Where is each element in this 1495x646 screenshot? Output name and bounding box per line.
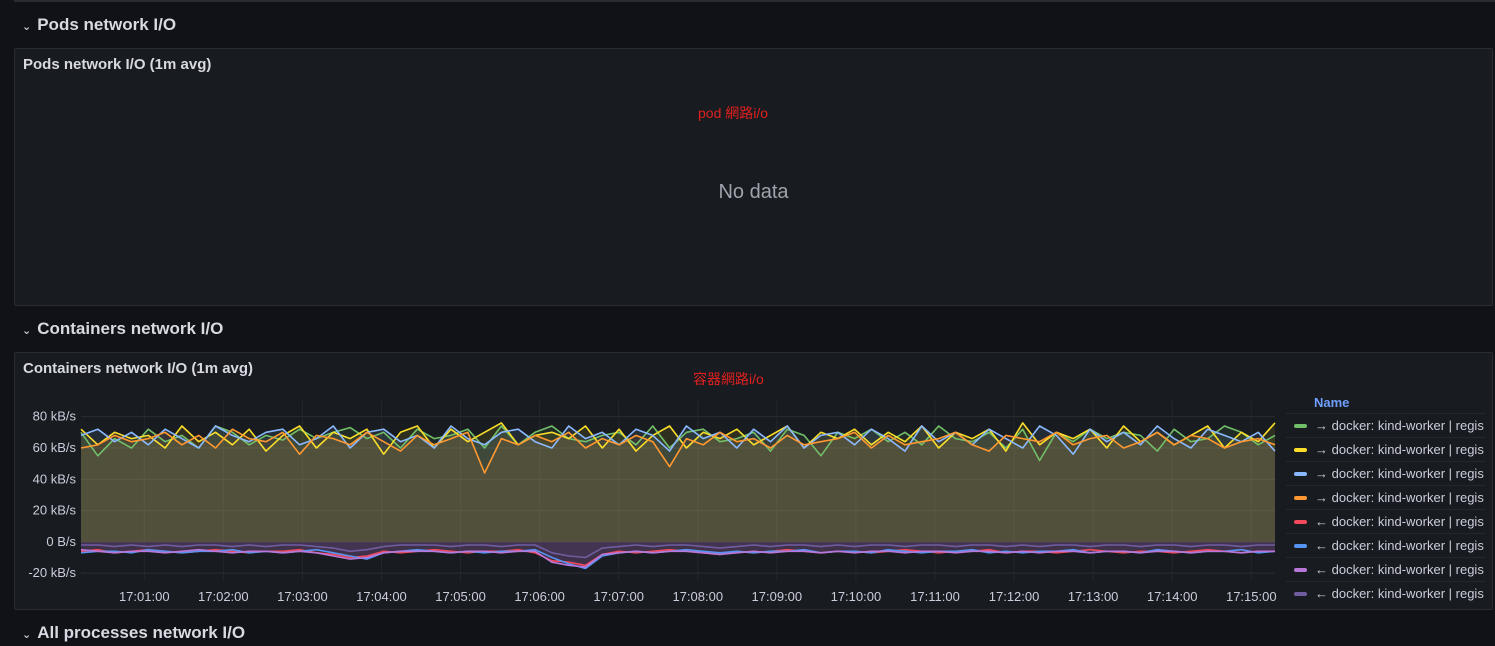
row-title-containers: Containers network I/O [37, 319, 224, 338]
chevron-down-icon: ⌄ [22, 628, 32, 641]
y-tick-label: 0 B/s [46, 534, 76, 549]
y-tick-label: -20 kB/s [28, 565, 76, 580]
legend-label: → docker: kind-worker | regis [1315, 418, 1484, 433]
legend-label: ← docker: kind-worker | regis [1315, 514, 1484, 529]
x-tick-label: 17:04:00 [356, 589, 407, 604]
legend-label: → docker: kind-worker | regis [1315, 442, 1484, 457]
y-tick-label: 60 kB/s [33, 440, 77, 455]
legend-swatch [1294, 447, 1307, 452]
legend-item[interactable]: ← docker: kind-worker | regis [1286, 509, 1486, 533]
timeseries-chart[interactable]: 80 kB/s 60 kB/s 40 kB/s 20 kB/s 0 B/s -20 kB/… [15, 353, 1285, 609]
legend-label: ← docker: kind-worker | regis [1315, 562, 1484, 577]
x-tick-label: 17:05:00 [435, 589, 486, 604]
chevron-down-icon: ⌄ [22, 20, 32, 33]
legend-swatch [1294, 519, 1307, 524]
legend-item[interactable]: → docker: kind-worker | regis [1286, 413, 1486, 437]
row-header-containers[interactable]: ⌄ Containers network I/O [22, 316, 223, 342]
legend-item[interactable]: ← docker: kind-worker | regis [1286, 581, 1486, 605]
chart-legend: Name → docker: kind-worker | regis → dock… [1286, 393, 1486, 605]
x-tick-label: 17:12:00 [989, 589, 1040, 604]
annotation-pods: pod 網路i/o [698, 105, 769, 121]
legend-items: → docker: kind-worker | regis → docker: k… [1286, 413, 1486, 605]
legend-item[interactable]: → docker: kind-worker | regis [1286, 461, 1486, 485]
panel-pods-network-io: Pods network I/O (1m avg) pod 網路i/o No d… [14, 48, 1493, 306]
panel-title-pods[interactable]: Pods network I/O (1m avg) [23, 56, 211, 73]
x-tick-label: 17:11:00 [910, 589, 960, 604]
panel-containers-network-io: Containers network I/O (1m avg) 容器網路i/o … [14, 352, 1493, 610]
y-tick-label: 40 kB/s [33, 471, 77, 486]
row-title-pods: Pods network I/O [37, 15, 177, 34]
legend-swatch [1294, 543, 1307, 548]
no-data-message: No data [718, 181, 789, 203]
legend-swatch [1294, 567, 1307, 572]
legend-label: ← docker: kind-worker | regis [1315, 586, 1484, 601]
x-tick-label: 17:02:00 [198, 589, 249, 604]
legend-item[interactable]: ← docker: kind-worker | regis [1286, 557, 1486, 581]
legend-header-name[interactable]: Name [1286, 393, 1486, 413]
y-tick-label: 20 kB/s [33, 503, 77, 518]
x-tick-label: 17:07:00 [593, 589, 644, 604]
legend-label: → docker: kind-worker | regis [1315, 490, 1484, 505]
legend-label: ← docker: kind-worker | regis [1315, 538, 1484, 553]
legend-swatch [1294, 423, 1307, 428]
x-tick-label: 17:09:00 [752, 589, 803, 604]
x-tick-label: 17:15:00 [1226, 589, 1277, 604]
legend-swatch [1294, 591, 1307, 596]
row-header-pods[interactable]: ⌄ Pods network I/O [22, 12, 176, 38]
x-tick-label: 17:14:00 [1147, 589, 1198, 604]
x-tick-label: 17:06:00 [514, 589, 565, 604]
x-tick-label: 17:10:00 [831, 589, 882, 604]
x-tick-label: 17:13:00 [1068, 589, 1119, 604]
x-tick-label: 17:01:00 [119, 589, 170, 604]
legend-item[interactable]: ← docker: kind-worker | regis [1286, 533, 1486, 557]
legend-label: → docker: kind-worker | regis [1315, 466, 1484, 481]
legend-swatch [1294, 495, 1307, 500]
row-title-all-processes: All processes network I/O [37, 623, 246, 642]
chevron-down-icon: ⌄ [22, 324, 32, 337]
legend-item[interactable]: → docker: kind-worker | regis [1286, 485, 1486, 509]
legend-item[interactable]: → docker: kind-worker | regis [1286, 437, 1486, 461]
x-tick-label: 17:03:00 [277, 589, 328, 604]
top-divider [14, 0, 1495, 2]
row-header-all-processes[interactable]: ⌄ All processes network I/O [22, 620, 245, 646]
y-tick-label: 80 kB/s [33, 409, 77, 424]
x-tick-label: 17:08:00 [672, 589, 723, 604]
legend-swatch [1294, 471, 1307, 476]
